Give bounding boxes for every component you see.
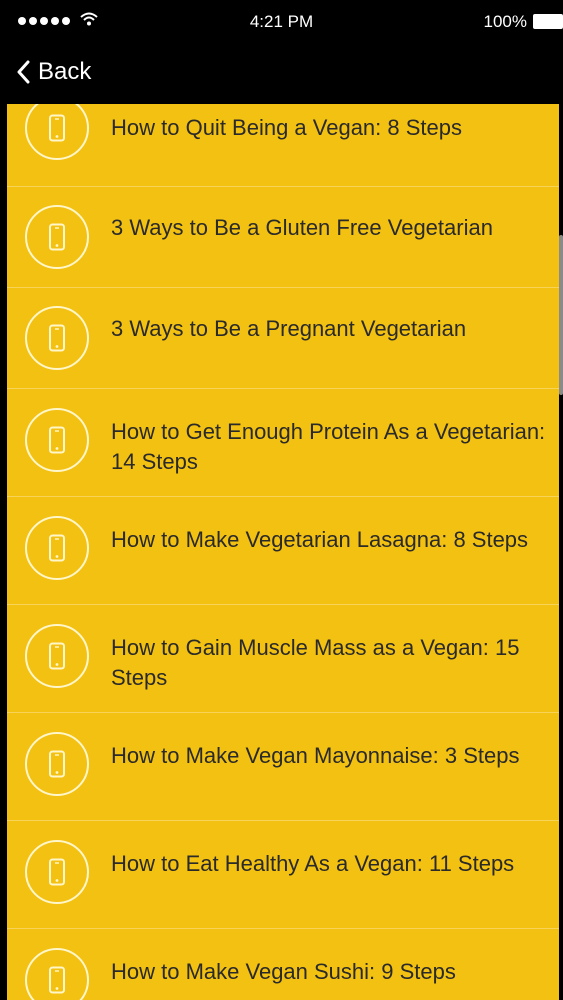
smartphone-icon — [25, 516, 89, 580]
list-item-title: How to Make Vegetarian Lasagna: 8 Steps — [111, 527, 529, 552]
battery-icon — [533, 14, 563, 29]
back-button[interactable]: Back — [16, 58, 91, 86]
smartphone-icon — [25, 948, 89, 1000]
smartphone-icon — [25, 408, 89, 472]
list-item[interactable]: How to Make Vegan Mayonnaise: 3 Steps — [7, 713, 559, 821]
list-item[interactable]: 3 Ways to Be a Pregnant Vegetarian — [7, 288, 559, 389]
battery-percentage: 100% — [483, 12, 527, 31]
app-screen: 4:21 PM 100% Back How to Quit Being a Ve… — [0, 0, 563, 1000]
list-item[interactable]: How to Make Vegetarian Lasagna: 8 Steps — [7, 497, 559, 605]
list-item[interactable]: How to Get Enough Protein As a Vegetaria… — [7, 389, 559, 497]
smartphone-icon — [25, 732, 89, 796]
list-item-title: 3 Ways to Be a Pregnant Vegetarian — [111, 316, 467, 341]
list-item-title: How to Gain Muscle Mass as a Vegan: 15 S… — [111, 635, 520, 690]
scrollbar[interactable] — [559, 235, 563, 395]
list-item[interactable]: How to Eat Healthy As a Vegan: 11 Steps — [7, 821, 559, 929]
back-label: Back — [38, 58, 92, 85]
smartphone-icon — [25, 840, 89, 904]
list-item[interactable]: 3 Ways to Be a Gluten Free Vegetarian — [7, 187, 559, 288]
list-item-title: How to Make Vegan Mayonnaise: 3 Steps — [111, 743, 520, 768]
list-item-title: How to Quit Being a Vegan: 8 Steps — [111, 115, 463, 140]
navigation-bar: Back — [0, 44, 563, 104]
status-time: 4:21 PM — [249, 12, 314, 31]
list-item[interactable]: How to Quit Being a Vegan: 8 Steps — [7, 104, 559, 187]
chevron-left-icon — [17, 60, 30, 84]
smartphone-icon — [25, 306, 89, 370]
status-bar: 4:21 PM 100% — [0, 0, 563, 44]
article-list[interactable]: How to Quit Being a Vegan: 8 Steps 3 Way… — [7, 104, 559, 1000]
list-item[interactable]: How to Make Vegan Sushi: 9 Steps — [7, 929, 559, 1000]
list-item-title: 3 Ways to Be a Gluten Free Vegetarian — [111, 215, 493, 240]
smartphone-icon — [25, 624, 89, 688]
list-item[interactable]: How to Gain Muscle Mass as a Vegan: 15 S… — [7, 605, 559, 713]
list-item-title: How to Get Enough Protein As a Vegetaria… — [111, 419, 546, 474]
smartphone-icon — [25, 205, 89, 269]
list-item-title: How to Eat Healthy As a Vegan: 11 Steps — [111, 851, 515, 876]
list-item-title: How to Make Vegan Sushi: 9 Steps — [111, 959, 456, 984]
smartphone-icon — [25, 104, 89, 160]
